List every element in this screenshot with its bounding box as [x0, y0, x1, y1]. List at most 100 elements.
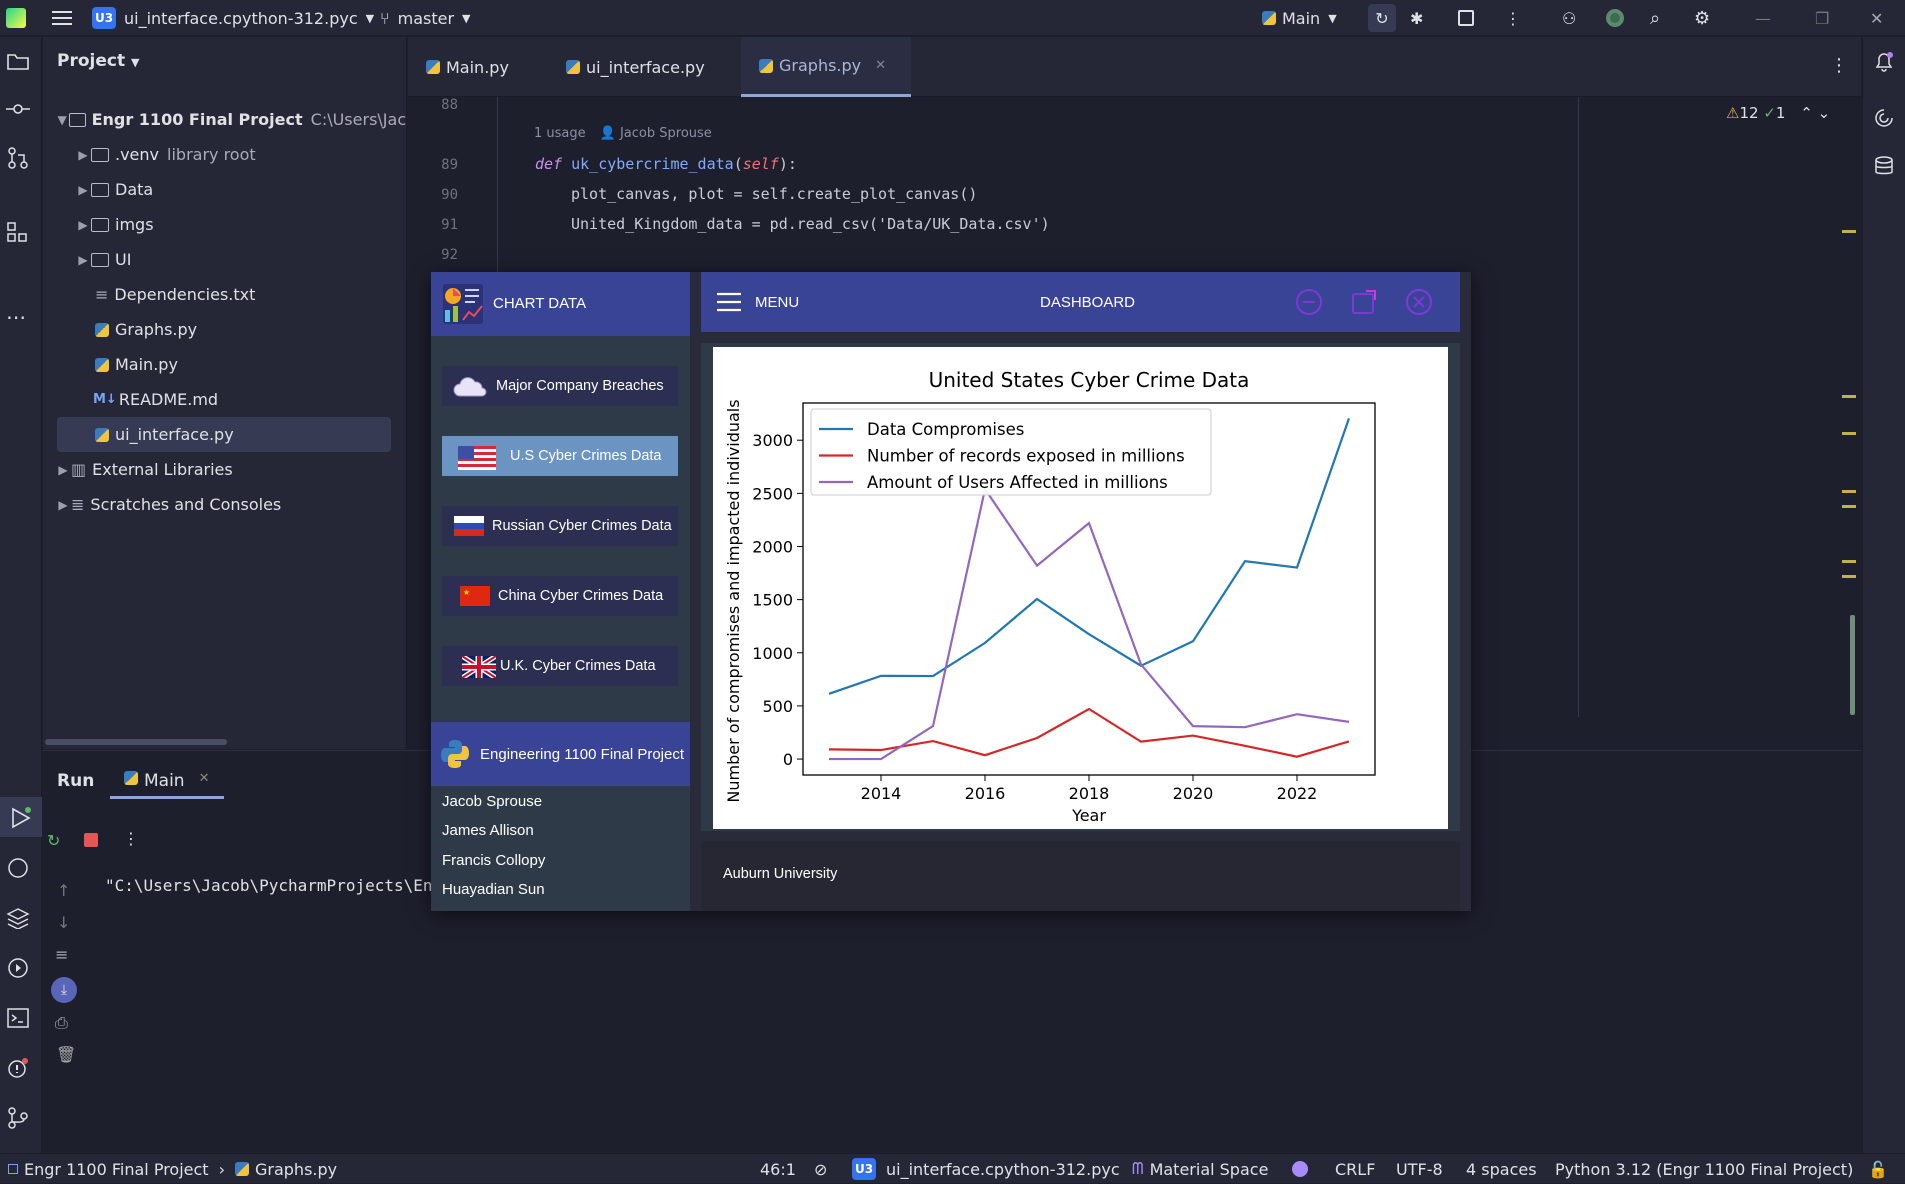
- run-tool-button[interactable]: [0, 797, 42, 837]
- rerun-icon[interactable]: ↻: [47, 831, 60, 850]
- notifications-icon[interactable]: [1873, 51, 1895, 73]
- tree-item-scratches[interactable]: ▶ ≣ Scratches and Consoles: [43, 487, 407, 522]
- editor-scrollbar[interactable]: [1850, 615, 1855, 715]
- scroll-up-icon[interactable]: ↑: [57, 881, 70, 900]
- ai-assistant-icon[interactable]: [1873, 107, 1895, 129]
- hamburger-menu-icon[interactable]: [717, 292, 743, 312]
- close-button[interactable]: ✕: [1870, 0, 1883, 36]
- terminal-icon[interactable]: [6, 1007, 30, 1029]
- code-with-me-button[interactable]: ⚇: [1562, 0, 1576, 36]
- tree-item-readme[interactable]: M↓ README.md: [43, 382, 407, 417]
- project-selector[interactable]: U3 ui_interface.cpython-312.pyc ▼: [92, 0, 374, 36]
- tree-item-ui[interactable]: ▶ UI: [43, 242, 407, 277]
- warning-marker[interactable]: [1842, 395, 1856, 435]
- breadcrumb-file[interactable]: Graphs.py: [255, 1160, 337, 1179]
- restore-button[interactable]: ❐: [1815, 0, 1829, 36]
- x-tick-label: 2014: [861, 784, 902, 803]
- theme-color-dot[interactable]: [1292, 1154, 1308, 1184]
- soft-wrap-icon[interactable]: ≡: [55, 945, 68, 964]
- close-tab-icon[interactable]: ✕: [199, 771, 210, 796]
- tree-item-venv[interactable]: ▶ .venv library root: [43, 137, 407, 172]
- commit-icon[interactable]: [6, 99, 30, 119]
- tree-item-external-libraries[interactable]: ▶ ▥ External Libraries: [43, 452, 407, 487]
- lock-icon[interactable]: 🔓: [1868, 1154, 1888, 1184]
- plugin-button[interactable]: [1606, 0, 1624, 36]
- stop-button[interactable]: [1458, 0, 1474, 36]
- layers-icon[interactable]: [6, 907, 30, 929]
- russian-cyber-crimes-button[interactable]: Russian Cyber Crimes Data: [442, 506, 678, 546]
- project-panel-title[interactable]: Project ▼: [57, 51, 139, 71]
- search-button[interactable]: ⌕: [1650, 0, 1660, 36]
- more-tabs-icon[interactable]: ⋮: [1830, 55, 1848, 76]
- more-actions-button[interactable]: ⋮: [1505, 0, 1521, 36]
- more-tools-icon[interactable]: ⋯: [6, 305, 26, 329]
- close-app-button[interactable]: [1405, 288, 1433, 316]
- tree-item-ui-interface[interactable]: ui_interface.py: [57, 417, 391, 452]
- stop-icon[interactable]: [84, 833, 98, 847]
- us-cyber-crimes-button[interactable]: U.S Cyber Crimes Data: [442, 436, 678, 476]
- services-icon[interactable]: [6, 957, 30, 979]
- console-output[interactable]: "C:\Users\Jacob\PycharmProjects\Engr: [105, 876, 452, 895]
- print-icon[interactable]: ⎙: [55, 1013, 68, 1033]
- chevron-right-icon: ▶: [78, 252, 88, 267]
- trash-icon[interactable]: 🗑: [56, 1045, 76, 1064]
- indent-setting[interactable]: 4 spaces: [1466, 1154, 1537, 1184]
- project-tool-icon[interactable]: [6, 51, 30, 71]
- breadcrumb-project[interactable]: Engr 1100 Final Project: [24, 1160, 209, 1179]
- branch-selector[interactable]: ⑂ master ▼: [380, 0, 471, 36]
- code-vision-hint[interactable]: 1 usage 👤 Jacob Sprouse: [534, 126, 712, 141]
- tab-ui-interface-py[interactable]: ui_interface.py: [548, 37, 738, 97]
- pull-requests-icon[interactable]: [6, 147, 30, 169]
- problems-icon[interactable]: [6, 1057, 30, 1079]
- python-file-icon: [234, 1162, 249, 1176]
- tree-root-folder[interactable]: ▼ Engr 1100 Final Project C:\Users\Jac: [43, 102, 407, 137]
- run-tab-main[interactable]: Main ✕: [110, 763, 224, 799]
- horizontal-scrollbar[interactable]: [45, 739, 227, 745]
- uk-cyber-crimes-button[interactable]: U.K. Cyber Crimes Data: [442, 646, 678, 686]
- scroll-down-icon[interactable]: ↓: [57, 913, 70, 932]
- scroll-to-end-icon[interactable]: ⤓: [51, 977, 77, 1003]
- cursor-position[interactable]: 46:1: [760, 1154, 796, 1184]
- minimize-app-button[interactable]: [1295, 288, 1323, 316]
- code-line-89[interactable]: def uk_cybercrime_data(self):: [535, 155, 797, 173]
- tab-graphs-py[interactable]: Graphs.py ✕: [741, 37, 911, 97]
- code-line-91[interactable]: United_Kingdom_data = pd.read_csv('Data/…: [571, 215, 1050, 233]
- tree-item-graphs[interactable]: Graphs.py: [43, 312, 407, 347]
- structure-icon[interactable]: [6, 221, 30, 243]
- file-indicator[interactable]: U3 ui_interface.cpython-312.pyc: [852, 1154, 1120, 1184]
- main-menu-icon[interactable]: [52, 0, 72, 36]
- theme-indicator[interactable]: ᗰ Material Space: [1132, 1154, 1268, 1184]
- china-cyber-crimes-button[interactable]: ★ China Cyber Crimes Data: [442, 576, 678, 616]
- tree-item-data[interactable]: ▶ Data: [43, 172, 407, 207]
- debug-button[interactable]: ✱: [1410, 0, 1423, 36]
- chevron-down-icon: ▼: [57, 112, 67, 127]
- inspection-widget[interactable]: ⚠12 ✓1 ⌃ ⌄: [1726, 104, 1830, 122]
- warning-marker[interactable]: [1842, 230, 1856, 233]
- tree-item-dependencies[interactable]: ≡ Dependencies.txt: [43, 277, 407, 312]
- minimize-button[interactable]: —: [1755, 0, 1771, 36]
- more-vertical-icon[interactable]: ⋮: [123, 829, 139, 848]
- tree-item-main[interactable]: Main.py: [43, 347, 407, 382]
- menu-label[interactable]: MENU: [755, 294, 799, 311]
- close-tab-icon[interactable]: ✕: [875, 58, 886, 73]
- database-icon[interactable]: [1873, 155, 1895, 177]
- run-config-selector[interactable]: Main ▼: [1262, 0, 1337, 36]
- code-line-90[interactable]: plot_canvas, plot = self.create_plot_can…: [571, 185, 977, 203]
- settings-button[interactable]: ⚙: [1694, 0, 1710, 36]
- warning-marker[interactable]: [1842, 490, 1856, 508]
- git-icon[interactable]: [6, 1107, 30, 1129]
- python-console-icon[interactable]: [6, 857, 30, 879]
- chevron-down-icon: ▼: [1328, 11, 1337, 25]
- rerun-button[interactable]: ↻: [1368, 4, 1396, 32]
- tree-item-imgs[interactable]: ▶ imgs: [43, 207, 407, 242]
- line-ending[interactable]: CRLF: [1335, 1154, 1375, 1184]
- warning-marker[interactable]: [1842, 560, 1856, 578]
- python-interpreter[interactable]: Python 3.12 (Engr 1100 Final Project): [1555, 1154, 1853, 1184]
- file-encoding[interactable]: UTF-8: [1396, 1154, 1443, 1184]
- major-company-breaches-button[interactable]: Major Company Breaches: [442, 366, 678, 406]
- maximize-app-button[interactable]: [1350, 288, 1378, 316]
- y-tick-label: 1500: [752, 591, 793, 610]
- vcs-off-icon[interactable]: ⊘: [814, 1154, 827, 1184]
- breadcrumb[interactable]: Engr 1100 Final Project › Graphs.py: [8, 1154, 337, 1184]
- tab-main-py[interactable]: Main.py: [408, 37, 548, 97]
